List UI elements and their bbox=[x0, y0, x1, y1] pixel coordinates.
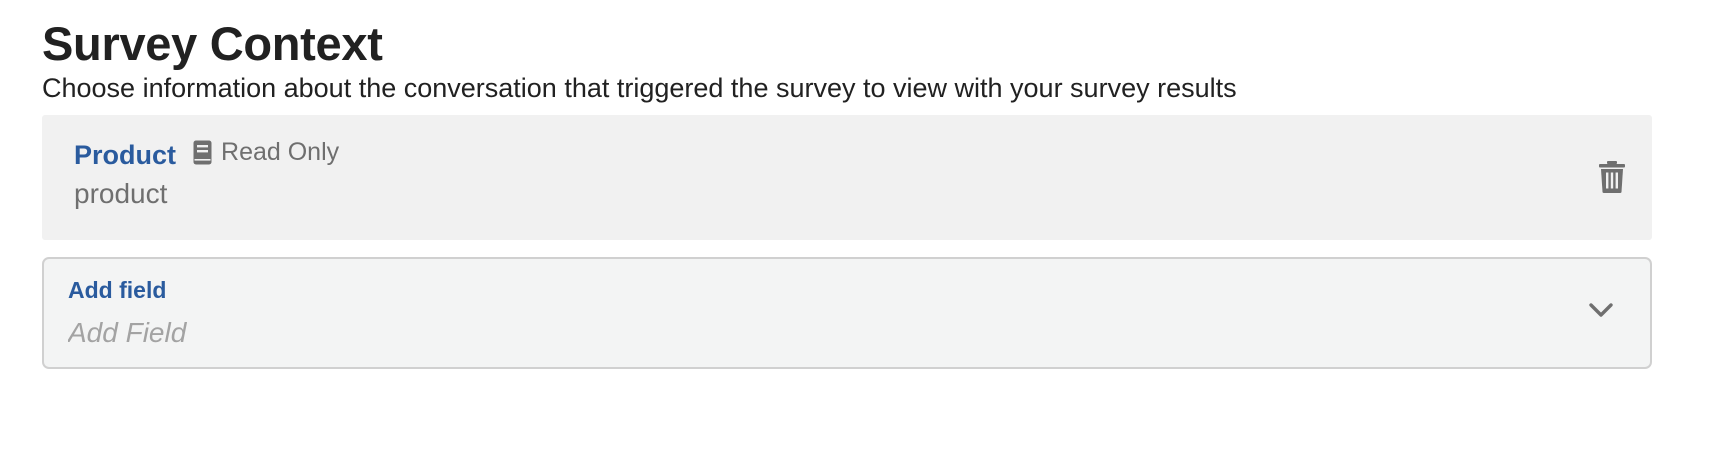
chevron-down-icon bbox=[1589, 303, 1613, 317]
field-header: Product Read Only bbox=[74, 137, 339, 173]
add-field-dropdown[interactable]: Add field bbox=[42, 257, 1652, 369]
read-only-label: Read Only bbox=[221, 138, 340, 166]
survey-context-section: Survey Context Choose information about … bbox=[42, 14, 1652, 369]
field-name: Product bbox=[74, 140, 177, 170]
context-field-card: Product Read Only product bbox=[42, 115, 1652, 240]
read-only-badge: Read Only bbox=[193, 137, 339, 167]
add-field-input[interactable] bbox=[68, 315, 1548, 351]
section-description: Choose information about the conversatio… bbox=[42, 73, 1237, 103]
dropdown-toggle[interactable] bbox=[1588, 301, 1614, 319]
book-icon bbox=[193, 140, 212, 164]
field-key: product bbox=[74, 178, 168, 209]
delete-field-button[interactable] bbox=[1598, 161, 1626, 193]
add-field-label: Add field bbox=[68, 277, 167, 303]
trash-icon bbox=[1599, 161, 1625, 193]
page: Survey Context Choose information about … bbox=[0, 0, 1724, 456]
section-title: Survey Context bbox=[42, 17, 383, 70]
